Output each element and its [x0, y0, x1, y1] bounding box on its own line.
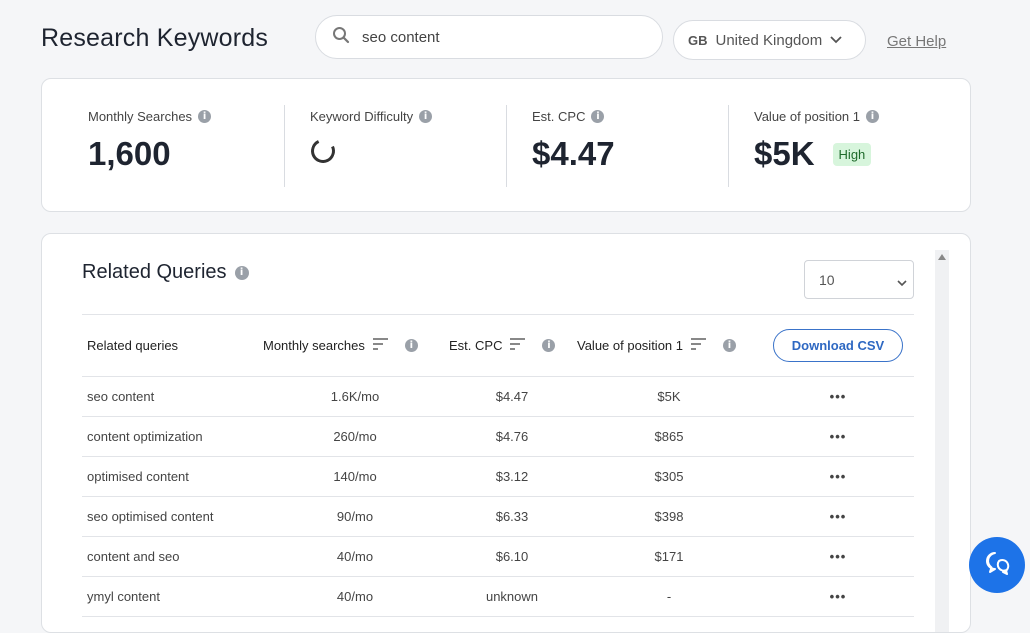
search-icon	[332, 26, 350, 49]
column-header-query: Related queries	[87, 338, 179, 353]
chat-icon	[983, 549, 1011, 582]
related-queries-table: Related queries Monthly searches i Est. …	[82, 314, 914, 617]
searches-cell: 90/mo	[336, 509, 374, 524]
more-options-icon[interactable]: •••	[762, 537, 914, 577]
stats-card: Monthly Searches i 1,600 Keyword Difficul…	[41, 78, 971, 212]
chevron-down-icon	[830, 31, 842, 48]
info-icon[interactable]: i	[542, 339, 556, 352]
keyword-search-box[interactable]	[315, 15, 663, 59]
searches-cell: 40/mo	[336, 589, 374, 604]
value-cell: $305	[654, 469, 684, 484]
stat-value: 1,600	[88, 135, 171, 172]
sort-icon[interactable]	[372, 337, 389, 354]
info-icon[interactable]: i	[419, 110, 433, 123]
download-csv-button[interactable]: Download CSV	[772, 329, 904, 362]
stat-label: Keyword Difficulty	[310, 109, 414, 124]
info-icon[interactable]: i	[404, 339, 418, 352]
info-icon[interactable]: i	[723, 339, 736, 352]
page-size-value: 10	[819, 271, 835, 288]
cpc-cell: unknown	[485, 589, 539, 604]
value-cell: -	[666, 589, 672, 604]
column-header-cpc[interactable]: Est. CPC i	[448, 315, 576, 377]
searches-cell: 1.6K/mo	[330, 389, 380, 404]
country-name: United Kingdom	[715, 31, 823, 49]
chevron-down-icon	[897, 274, 907, 290]
query-cell: optimised content	[87, 469, 189, 484]
table-header-row: Related queries Monthly searches i Est. …	[82, 314, 914, 377]
info-icon[interactable]: i	[591, 110, 605, 123]
country-selector[interactable]: GB United Kingdom	[673, 20, 866, 60]
divider	[506, 105, 507, 187]
search-input[interactable]	[360, 27, 644, 47]
value-cell: $5K	[657, 389, 681, 404]
query-cell: seo content	[87, 389, 155, 404]
value-cell: $865	[654, 429, 684, 444]
table-row: optimised content 140/mo $3.12 $305 •••	[82, 457, 914, 497]
stat-label: Est. CPC	[532, 109, 586, 124]
column-header-searches[interactable]: Monthly searches i	[262, 315, 448, 377]
info-icon[interactable]: i	[198, 110, 212, 123]
query-cell: seo optimised content	[87, 509, 214, 524]
value-cell: $171	[654, 549, 684, 564]
country-code: GB	[688, 32, 708, 48]
query-cell: ymyl content	[87, 589, 160, 604]
more-options-icon[interactable]: •••	[762, 377, 914, 417]
stat-label: Monthly Searches	[88, 109, 193, 124]
get-help-link[interactable]: Get Help	[887, 33, 946, 50]
status-badge: High	[832, 142, 872, 166]
query-cell: content and seo	[87, 549, 180, 564]
info-icon[interactable]: i	[866, 110, 879, 123]
table-row: content and seo 40/mo $6.10 $171 •••	[82, 537, 914, 577]
searches-cell: 140/mo	[333, 469, 377, 484]
cpc-cell: $6.10	[495, 549, 529, 564]
stat-label: Value of position 1	[754, 109, 860, 124]
table-row: seo optimised content 90/mo $6.33 $398 •…	[82, 497, 914, 537]
scrollbar[interactable]	[935, 250, 949, 632]
more-options-icon[interactable]: •••	[762, 497, 914, 537]
query-cell: content optimization	[87, 429, 203, 444]
related-queries-title: Related Queries	[82, 261, 227, 283]
divider	[728, 105, 729, 187]
info-icon[interactable]: i	[234, 265, 249, 280]
stat-value: $4.47	[532, 135, 615, 172]
page-title: Research Keywords	[41, 24, 269, 52]
sort-icon[interactable]	[510, 337, 526, 354]
more-options-icon[interactable]: •••	[762, 457, 914, 497]
cpc-cell: $6.33	[495, 509, 529, 524]
searches-cell: 40/mo	[336, 549, 374, 564]
table-row: ymyl content 40/mo unknown - •••	[82, 577, 914, 617]
stat-value: $5K	[754, 135, 815, 172]
cpc-cell: $4.47	[495, 389, 529, 404]
cpc-cell: $3.12	[495, 469, 529, 484]
section-title: Related Queries i	[82, 261, 249, 284]
page-size-select[interactable]: 10	[804, 260, 914, 299]
more-options-icon[interactable]: •••	[762, 577, 914, 617]
table-row: content optimization 260/mo $4.76 $865 •…	[82, 417, 914, 457]
more-options-icon[interactable]: •••	[762, 417, 914, 457]
loading-spinner-icon	[307, 135, 339, 167]
searches-cell: 260/mo	[333, 429, 377, 444]
table-row: seo content 1.6K/mo $4.47 $5K •••	[82, 377, 914, 417]
related-queries-panel: Related Queries i 10 Related queries Mon…	[41, 233, 971, 633]
column-header-value[interactable]: Value of position 1 i	[576, 315, 762, 377]
cpc-cell: $4.76	[495, 429, 529, 444]
chat-button[interactable]	[969, 537, 1025, 593]
divider	[284, 105, 285, 187]
scroll-up-icon[interactable]	[938, 254, 946, 260]
sort-icon[interactable]	[691, 337, 707, 354]
value-cell: $398	[654, 509, 684, 524]
